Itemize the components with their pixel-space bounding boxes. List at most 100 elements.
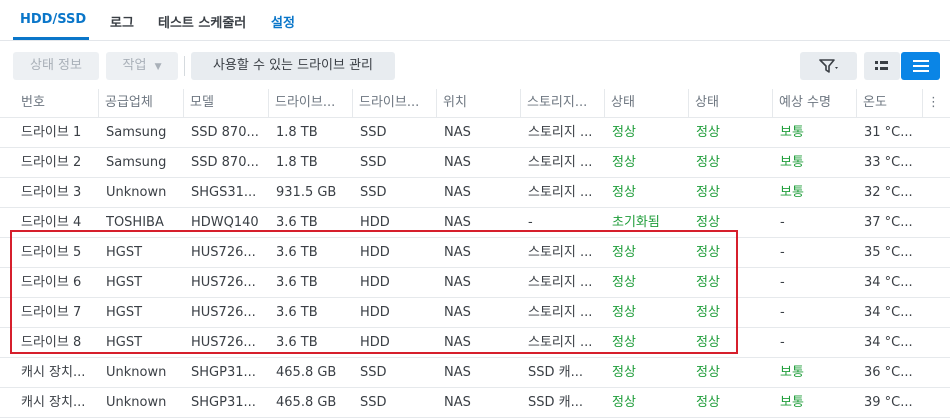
- cell-health-status: 정상: [696, 125, 720, 140]
- tab-test-scheduler[interactable]: 테스트 스케줄러: [158, 12, 246, 31]
- cell-vendor: Samsung: [106, 125, 167, 140]
- cell-capacity: 3.6 TB: [276, 275, 318, 290]
- cell-location: NAS: [444, 275, 471, 290]
- table-row[interactable]: 캐시 장치... Unknown SHGP31... 465.8 GB SSD NAS SS…: [0, 358, 950, 388]
- table-row[interactable]: 드라이브 1 Samsung SSD 870... 1.8 TB SSD NAS 스토리지 …: [0, 118, 950, 148]
- table-row[interactable]: 드라이브 4 TOSHIBA HDWQ140 3.6 TB HDD NAS - 초기화됨 정상 -…: [0, 208, 950, 238]
- cell-storage: 스토리지 ...: [528, 275, 593, 290]
- table-row[interactable]: 드라이브 6 HGST HUS726... 3.6 TB HDD NAS 스토리지 ... 정…: [0, 268, 950, 298]
- toolbar-divider: [184, 56, 185, 76]
- tab-log[interactable]: 로그: [110, 12, 134, 31]
- tab-settings[interactable]: 설정: [271, 12, 295, 31]
- cell-estimated-life: 보통: [780, 395, 804, 410]
- filter-icon: [818, 58, 838, 73]
- cell-estimated-life: -: [780, 215, 785, 230]
- status-info-button[interactable]: 상태 정보: [13, 52, 99, 80]
- cell-capacity: 3.6 TB: [276, 305, 318, 320]
- cell-estimated-life: -: [780, 305, 785, 320]
- cell-status: 정상: [612, 245, 636, 260]
- cell-health-status: 정상: [696, 335, 720, 350]
- cell-location: NAS: [444, 305, 471, 320]
- cell-model: HDWQ140: [191, 215, 259, 230]
- cell-health-status: 정상: [696, 275, 720, 290]
- cell-temperature: 37 °C...: [864, 215, 913, 230]
- cell-location: NAS: [444, 215, 471, 230]
- table-row[interactable]: 드라이브 3 Unknown SHGS31... 931.5 GB SSD NAS 스토리지…: [0, 178, 950, 208]
- cell-drive-name: 드라이브 3: [21, 185, 82, 200]
- cell-capacity: 931.5 GB: [276, 185, 337, 200]
- column-header-location[interactable]: 위치: [436, 89, 518, 117]
- cell-storage: SSD 캐...: [528, 365, 584, 380]
- filter-button[interactable]: [800, 52, 857, 80]
- column-header-temperature[interactable]: 온도: [856, 89, 920, 117]
- cell-storage: 스토리지 ...: [528, 155, 593, 170]
- manage-available-drives-button[interactable]: 사용할 수 있는 드라이브 관리: [191, 52, 395, 80]
- cell-vendor: Unknown: [106, 395, 167, 410]
- cell-drive-name: 드라이브 6: [21, 275, 82, 290]
- cell-model: SSD 870...: [191, 155, 259, 170]
- list-view-button[interactable]: [901, 52, 940, 80]
- cell-health-status: 정상: [696, 215, 720, 230]
- cell-vendor: HGST: [106, 305, 143, 320]
- cell-drive-name: 캐시 장치...: [21, 395, 86, 410]
- cell-status: 정상: [612, 155, 636, 170]
- cell-storage: -: [528, 215, 533, 230]
- caret-down-icon: ▼: [154, 62, 162, 72]
- cell-temperature: 39 °C...: [864, 395, 913, 410]
- cell-estimated-life: 보통: [780, 125, 804, 140]
- column-header-number[interactable]: 번호: [15, 89, 95, 117]
- table-row[interactable]: 드라이브 8 HGST HUS726... 3.6 TB HDD NAS 스토리지 ... 정…: [0, 328, 950, 358]
- cell-temperature: 34 °C...: [864, 305, 913, 320]
- cell-status: 정상: [612, 335, 636, 350]
- cell-storage: 스토리지 ...: [528, 305, 593, 320]
- column-header-vendor[interactable]: 공급업체: [98, 89, 180, 117]
- cell-model: SHGS31...: [191, 185, 257, 200]
- column-header-drive-type[interactable]: 드라이브...: [352, 89, 434, 117]
- cell-location: NAS: [444, 395, 471, 410]
- cell-capacity: 3.6 TB: [276, 335, 318, 350]
- cell-storage: 스토리지 ...: [528, 185, 593, 200]
- cell-estimated-life: 보통: [780, 155, 804, 170]
- cell-drive-type: SSD: [360, 155, 387, 170]
- table-row[interactable]: 드라이브 2 Samsung SSD 870... 1.8 TB SSD NAS 스토리지 …: [0, 148, 950, 178]
- grid-view-button[interactable]: [864, 52, 900, 80]
- cell-drive-type: SSD: [360, 395, 387, 410]
- tab-hdd-ssd[interactable]: HDD/SSD: [20, 12, 86, 27]
- cell-drive-name: 드라이브 5: [21, 245, 82, 260]
- action-label: 작업: [122, 58, 147, 73]
- column-header-health-status[interactable]: 상태: [688, 89, 770, 117]
- grid-view-icon: [875, 60, 888, 70]
- cell-status: 정상: [612, 125, 636, 140]
- cell-status: 정상: [612, 365, 636, 380]
- cell-status: 초기화됨: [612, 215, 660, 230]
- cell-drive-name: 드라이브 4: [21, 215, 82, 230]
- cell-vendor: Samsung: [106, 155, 167, 170]
- cell-storage: 스토리지 ...: [528, 335, 593, 350]
- cell-health-status: 정상: [696, 395, 720, 410]
- cell-health-status: 정상: [696, 305, 720, 320]
- cell-location: NAS: [444, 335, 471, 350]
- table-row[interactable]: 드라이브 5 HGST HUS726... 3.6 TB HDD NAS 스토리지 ... 정…: [0, 238, 950, 268]
- cell-temperature: 34 °C...: [864, 335, 913, 350]
- cell-temperature: 35 °C...: [864, 245, 913, 260]
- table-row[interactable]: 드라이브 7 HGST HUS726... 3.6 TB HDD NAS 스토리지 ... 정…: [0, 298, 950, 328]
- cell-status: 정상: [612, 395, 636, 410]
- cell-vendor: Unknown: [106, 185, 167, 200]
- column-header-drive-size[interactable]: 드라이브...: [268, 89, 350, 117]
- cell-capacity: 1.8 TB: [276, 155, 318, 170]
- column-header-model[interactable]: 모델: [183, 89, 265, 117]
- cell-drive-type: HDD: [360, 335, 390, 350]
- cell-drive-type: SSD: [360, 365, 387, 380]
- action-dropdown-button[interactable]: 작업 ▼: [106, 52, 178, 80]
- cell-vendor: HGST: [106, 245, 143, 260]
- cell-model: SSD 870...: [191, 125, 259, 140]
- column-header-storage[interactable]: 스토리지...: [520, 89, 602, 117]
- column-menu-icon[interactable]: ⋮: [922, 89, 938, 117]
- table-body: 드라이브 1 Samsung SSD 870... 1.8 TB SSD NAS 스토리지 …: [0, 118, 950, 418]
- cell-temperature: 33 °C...: [864, 155, 913, 170]
- table-row[interactable]: 캐시 장치... Unknown SHGP31... 465.8 GB SSD NAS SS…: [0, 388, 950, 418]
- cell-location: NAS: [444, 365, 471, 380]
- column-header-status[interactable]: 상태: [604, 89, 686, 117]
- column-header-estimated-life[interactable]: 예상 수명: [772, 89, 854, 117]
- cell-drive-name: 드라이브 8: [21, 335, 82, 350]
